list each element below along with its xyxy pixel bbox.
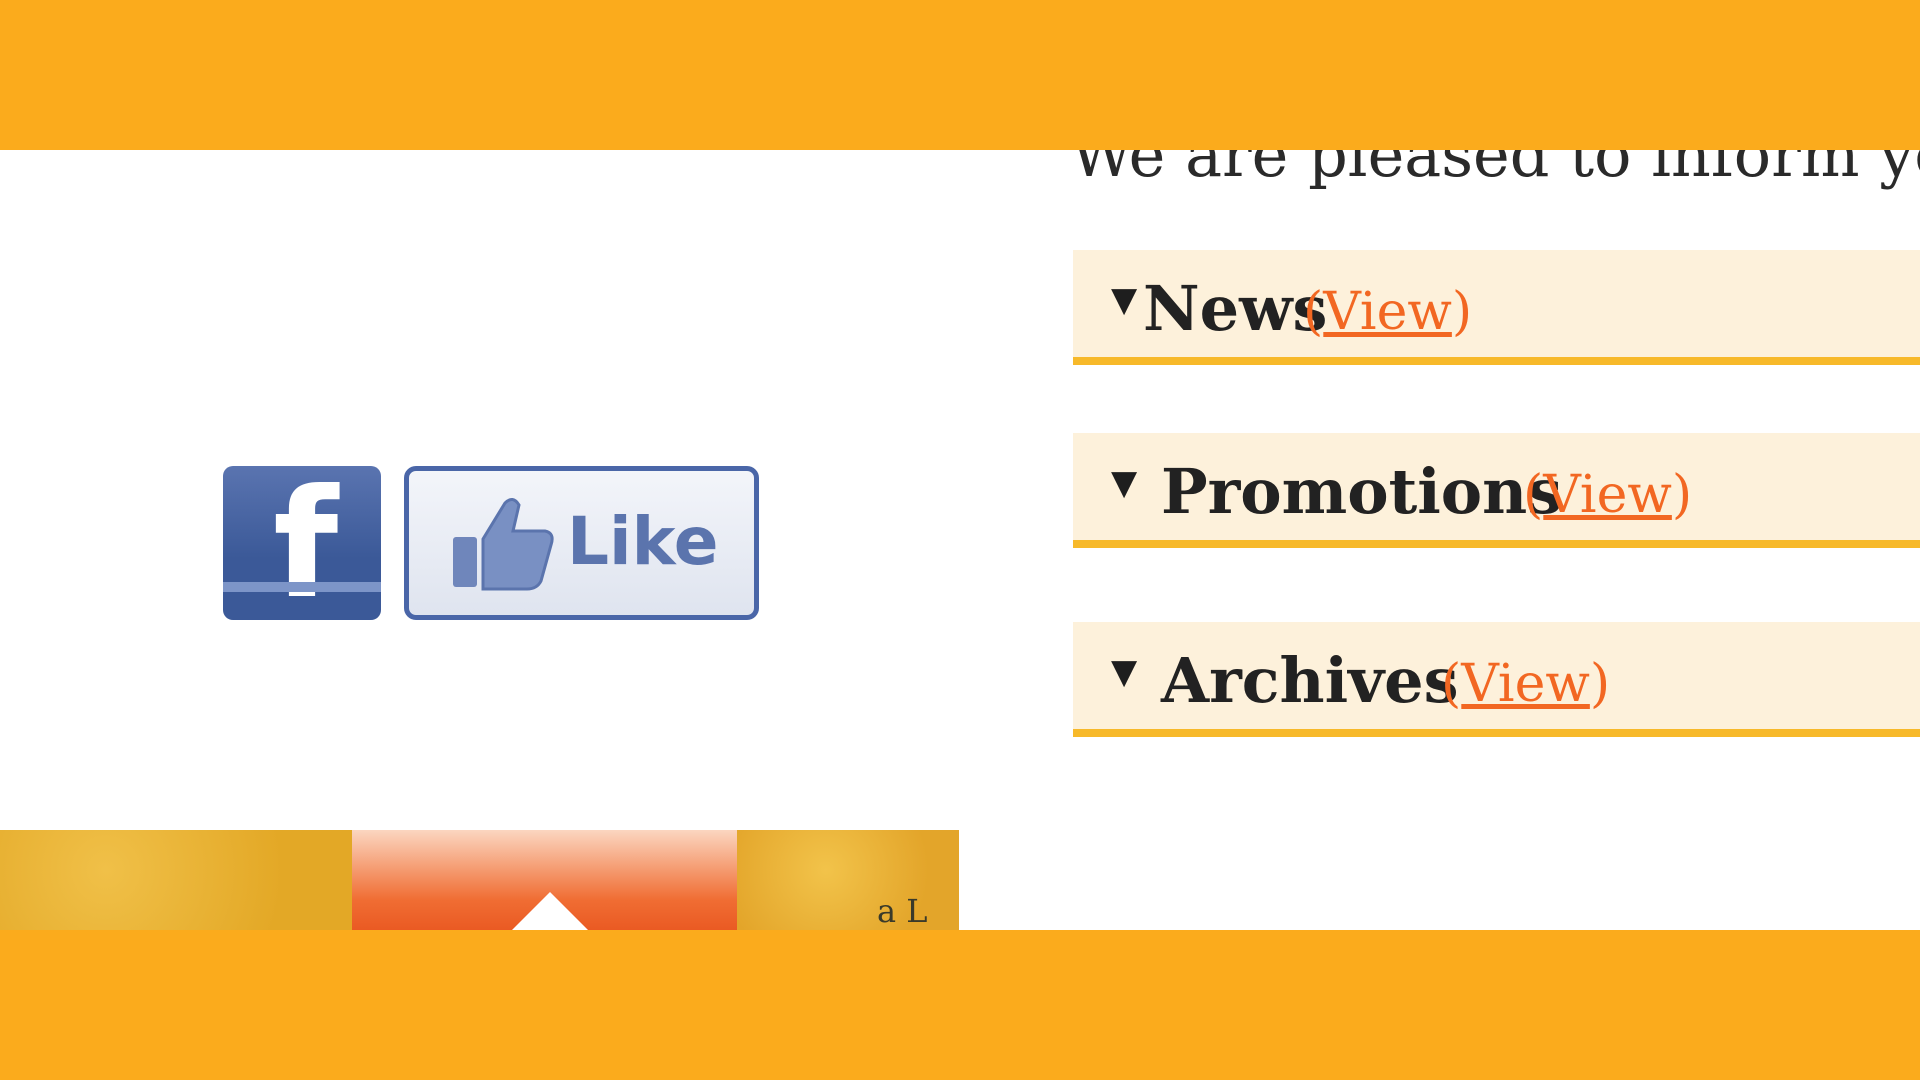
collapse-arrow-icon[interactable]: ▼ (1111, 652, 1137, 692)
facebook-logo-button[interactable]: f (223, 466, 381, 620)
view-link-label[interactable]: View (1461, 654, 1590, 714)
section-title-archives: Archives (1161, 644, 1459, 717)
footer-texture-right: a L (737, 830, 959, 930)
section-promotions[interactable]: ▼ Promotions (View) (1073, 433, 1920, 548)
collapse-arrow-icon[interactable]: ▼ (1111, 463, 1137, 503)
up-arrow-icon (512, 892, 588, 930)
collapse-arrow-icon[interactable]: ▼ (1111, 280, 1137, 320)
view-link-news[interactable]: (View) (1303, 282, 1472, 342)
footer-text-fragment: a L (877, 892, 928, 930)
facebook-f-icon: f (273, 466, 339, 620)
facebook-logo-stripe (223, 582, 381, 592)
section-title-news: News (1143, 272, 1328, 345)
view-link-label[interactable]: View (1543, 465, 1672, 525)
footer-texture-left (0, 830, 352, 930)
thumbs-up-icon (453, 498, 554, 591)
page: We are pleased to inform you f Like ▼ Ne… (0, 0, 1920, 1080)
like-label: Like (567, 503, 719, 580)
back-to-top-button[interactable] (352, 830, 737, 930)
top-banner (0, 0, 1920, 150)
view-link-label[interactable]: View (1323, 282, 1452, 342)
view-link-archives[interactable]: (View) (1441, 654, 1610, 714)
section-archives[interactable]: ▼ Archives (View) (1073, 622, 1920, 737)
view-link-promotions[interactable]: (View) (1523, 465, 1692, 525)
section-news[interactable]: ▼ News (View) (1073, 250, 1920, 365)
section-title-promotions: Promotions (1161, 455, 1563, 528)
bottom-banner (0, 930, 1920, 1080)
facebook-like-button[interactable]: Like (404, 466, 759, 620)
